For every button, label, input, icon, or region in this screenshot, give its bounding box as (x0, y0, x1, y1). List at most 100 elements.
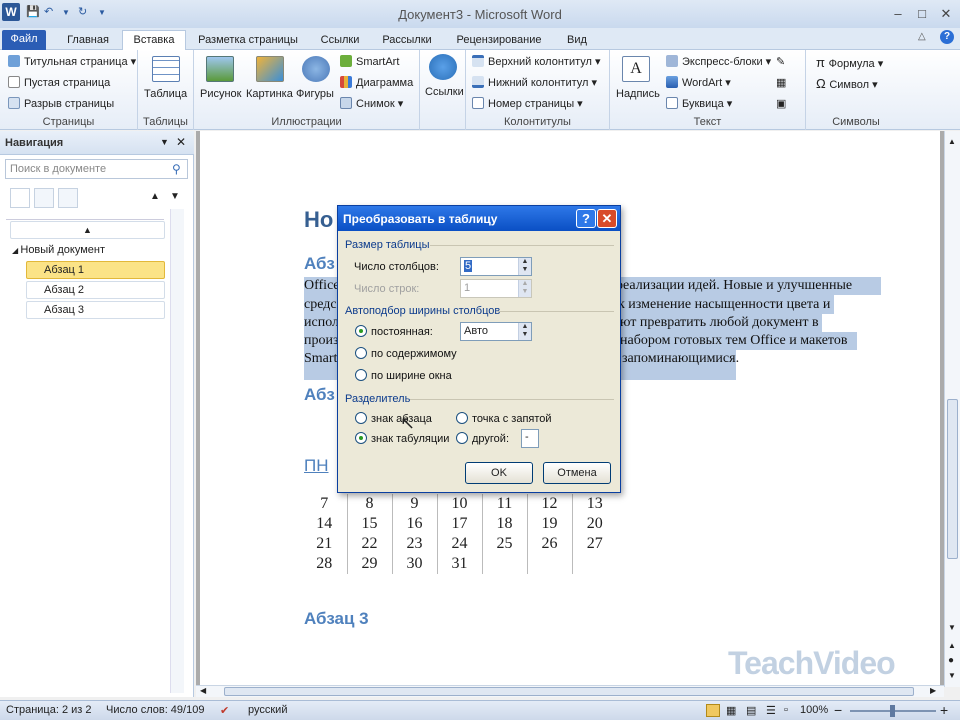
tab-mailings[interactable]: Рассылки (376, 31, 438, 50)
nav-scrollbar[interactable] (170, 209, 184, 693)
help-button[interactable]: ? (576, 209, 596, 228)
draft-view-icon[interactable]: ▫ (784, 704, 788, 716)
other-separator-input[interactable]: - (521, 429, 539, 448)
fixed-width-radio[interactable] (355, 325, 367, 337)
spinner-arrows-icon[interactable]: ▲ ▼ (518, 258, 531, 275)
semicolon-radio[interactable] (456, 412, 468, 424)
horizontal-scrollbar[interactable]: ◀ ▶ (196, 685, 944, 697)
blank-page-button[interactable]: Пустая страница (8, 76, 110, 89)
tab-page-layout[interactable]: Разметка страницы (192, 31, 304, 50)
links-button[interactable]: Ссылки (425, 86, 464, 98)
help-icon[interactable]: ? (940, 30, 954, 44)
chart-button[interactable]: Диаграмма (340, 76, 413, 89)
collapse-all-icon[interactable]: ▲ (10, 221, 165, 239)
maximize-icon[interactable]: □ (912, 6, 932, 22)
scroll-left-icon[interactable]: ◀ (200, 686, 206, 695)
vertical-scrollbar[interactable]: ▲ ▼ ▲ ● ▼ (944, 131, 960, 687)
columns-spinner[interactable]: 5 ▲ ▼ (460, 257, 532, 276)
tab-insert[interactable]: Вставка (122, 30, 186, 50)
proofing-icon[interactable]: ✔ (220, 704, 229, 717)
web-layout-icon[interactable]: ▤ (746, 704, 756, 717)
scroll-right-icon[interactable]: ▶ (930, 686, 936, 695)
nav-menu-icon[interactable]: ▼ (160, 137, 169, 147)
search-input[interactable]: Поиск в документе (5, 159, 188, 179)
paragraph-mark-radio[interactable] (355, 412, 367, 424)
quickparts-button[interactable]: Экспресс-блоки ▾ (666, 55, 771, 68)
clipart-button[interactable]: Картинка (246, 88, 293, 100)
zoom-slider-thumb[interactable] (890, 705, 895, 717)
nav-item-paragraph-3[interactable]: Абзац 3 (26, 301, 165, 319)
tab-file[interactable]: Файл (2, 30, 46, 50)
minimize-ribbon-icon[interactable]: △ (918, 31, 926, 47)
hscroll-thumb[interactable] (224, 687, 914, 696)
picture-button[interactable]: Рисунок (200, 88, 242, 100)
autofit-window-radio[interactable] (355, 369, 367, 381)
tab-view[interactable]: Вид (558, 31, 596, 50)
print-layout-icon[interactable] (706, 704, 720, 717)
browse-object-icon[interactable]: ● (948, 655, 954, 666)
scrollbar-thumb[interactable] (947, 399, 958, 559)
smartart-button[interactable]: SmartArt (340, 55, 399, 68)
zoom-in-icon[interactable]: + (940, 702, 948, 718)
cancel-button[interactable]: Отмена (543, 462, 611, 484)
language-status[interactable]: русский (248, 704, 287, 716)
header-button[interactable]: Верхний колонтитул ▾ (472, 55, 601, 68)
dropcap-button[interactable]: Буквица ▾ (666, 97, 732, 110)
cover-page-button[interactable]: Титульная страница ▾ (8, 55, 136, 68)
symbol-button[interactable]: Ω Символ ▾ (816, 76, 878, 91)
browse-results-icon[interactable] (58, 188, 78, 208)
ok-button[interactable]: OK (465, 462, 533, 484)
textbox-button[interactable]: Надпись (616, 88, 660, 100)
scroll-up-icon[interactable]: ▲ (948, 137, 956, 146)
next-heading-icon[interactable]: ▼ (170, 191, 180, 202)
links-icon[interactable] (429, 54, 457, 80)
next-page-icon[interactable]: ▼ (948, 671, 956, 680)
tab-references[interactable]: Ссылки (312, 31, 368, 50)
browse-pages-icon[interactable] (34, 188, 54, 208)
page-count-status[interactable]: Страница: 2 из 2 (6, 704, 92, 716)
tab-character-radio[interactable] (355, 432, 367, 444)
picture-icon[interactable] (206, 56, 234, 82)
autofit-content-radio[interactable] (355, 347, 367, 359)
nav-close-icon[interactable]: ✕ (176, 135, 186, 149)
wordart-button[interactable]: WordArt ▾ (666, 76, 731, 89)
page-number-button[interactable]: Номер страницы ▾ (472, 97, 583, 110)
signature-line-icon[interactable]: ✎ (776, 55, 785, 68)
zoom-level[interactable]: 100% (800, 704, 828, 716)
table-row: 21 22 23 24 25 26 27 (302, 534, 617, 554)
calendar-cell: 9 (392, 494, 438, 514)
previous-page-icon[interactable]: ▲ (948, 641, 956, 650)
table-icon[interactable] (152, 56, 180, 82)
footer-button[interactable]: Нижний колонтитул ▾ (472, 76, 597, 89)
tab-review[interactable]: Рецензирование (446, 31, 552, 50)
browse-headings-icon[interactable] (10, 188, 30, 208)
clipart-icon[interactable] (256, 56, 284, 82)
tab-home[interactable]: Главная (58, 31, 118, 50)
nav-item-new-document[interactable]: ◢ Новый документ (12, 244, 105, 256)
table-button[interactable]: Таблица (144, 88, 187, 100)
zoom-out-icon[interactable]: − (834, 702, 842, 718)
object-icon[interactable]: ▣ (776, 97, 786, 110)
nav-item-paragraph-1[interactable]: Абзац 1 (26, 261, 165, 279)
textbox-icon[interactable]: A (622, 56, 650, 82)
other-separator-radio[interactable] (456, 432, 468, 444)
search-icon[interactable]: ⚲ (172, 162, 181, 176)
scroll-down-icon[interactable]: ▼ (948, 623, 956, 632)
screenshot-button[interactable]: Снимок ▾ (340, 97, 403, 110)
page-break-button[interactable]: Разрыв страницы (8, 97, 114, 110)
date-time-icon[interactable]: ▦ (776, 76, 786, 89)
minimize-icon[interactable]: – (888, 6, 908, 22)
word-count-status[interactable]: Число слов: 49/109 (106, 704, 204, 716)
shapes-button[interactable]: Фигуры (296, 88, 334, 100)
spinner-arrows-icon[interactable]: ▲ ▼ (518, 323, 531, 340)
full-screen-reading-icon[interactable]: ▦ (726, 704, 736, 717)
dialog-close-button[interactable]: ✕ (597, 209, 617, 228)
formula-button[interactable]: π Формула ▾ (816, 55, 883, 70)
previous-heading-icon[interactable]: ▲ (150, 191, 160, 202)
shapes-icon[interactable] (302, 56, 330, 82)
outline-view-icon[interactable]: ☰ (766, 704, 776, 717)
fixed-width-spinner[interactable]: Авто ▲ ▼ (460, 322, 532, 341)
close-icon[interactable]: ✕ (936, 6, 956, 22)
nav-item-paragraph-2[interactable]: Абзац 2 (26, 281, 165, 299)
rows-spinner[interactable]: 1 ▲ ▼ (460, 279, 532, 298)
